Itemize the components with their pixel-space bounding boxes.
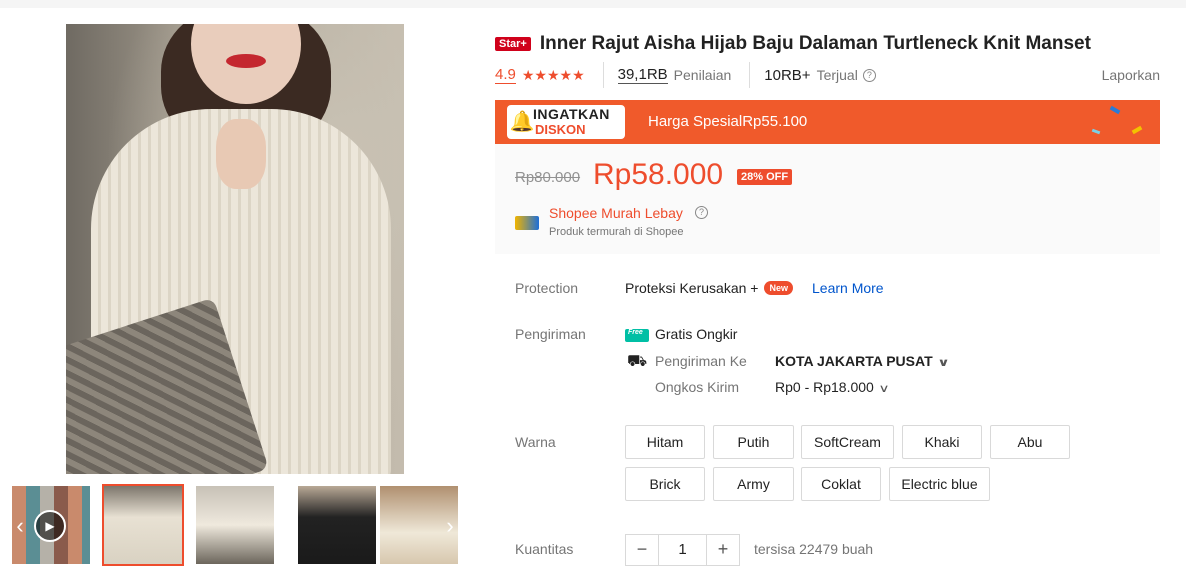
chevron-left-icon[interactable]: ‹ [10, 512, 30, 540]
increase-button[interactable]: + [707, 535, 739, 565]
variant-option-putih[interactable]: Putih [713, 425, 794, 459]
thumbnail-3[interactable] [194, 484, 276, 566]
promo-text: Harga SpesialRp55.100 [648, 113, 808, 130]
thumbnail-2[interactable] [102, 484, 184, 566]
variant-option-khaki[interactable]: Khaki [902, 425, 982, 459]
murah-lebay-icon [515, 216, 539, 230]
play-icon[interactable]: ▶ [34, 510, 66, 542]
discount-badge: 28% OFF [737, 169, 793, 185]
product-card: ▶ ‹ › Star+ Inner Rajut Aisha Hijab Baju… [0, 8, 1186, 588]
divider [749, 62, 751, 88]
stock-text: tersisa 22479 buah [754, 541, 874, 557]
decrease-button[interactable]: − [626, 535, 658, 565]
ship-to-label: Pengiriman Ke [655, 353, 747, 369]
learn-more-link[interactable]: Learn More [812, 280, 884, 296]
murah-lebay-title[interactable]: Shopee Murah Lebay [549, 205, 683, 221]
shipping-cost-dropdown[interactable]: Rp0 - Rp18.000 ∨ [775, 379, 890, 395]
shipping-label: Pengiriman [515, 326, 586, 342]
divider [602, 62, 604, 88]
logo-line-1: INGATKAN [533, 106, 610, 122]
ratings-label: Penilaian [673, 67, 732, 83]
variant-option-abu[interactable]: Abu [990, 425, 1070, 459]
quantity-label: Kuantitas [515, 541, 574, 557]
sold-label: Terjual [816, 67, 858, 83]
help-icon[interactable]: ? [695, 206, 708, 219]
ratings-count[interactable]: 39,1RB [617, 66, 668, 84]
protection-text: Proteksi Kerusakan + [625, 280, 759, 296]
color-label: Warna [515, 434, 556, 450]
protection-label: Protection [515, 280, 579, 296]
rating-value[interactable]: 4.9 [495, 66, 516, 84]
variant-option-coklat[interactable]: Coklat [801, 467, 881, 501]
star-plus-badge: Star+ [495, 37, 531, 51]
ingatkan-diskon-logo: 🔔 INGATKAN DISKON [507, 105, 625, 139]
product-title: Inner Rajut Aisha Hijab Baju Dalaman Tur… [539, 33, 1091, 54]
promo-banner[interactable]: 🔔 INGATKAN DISKON Harga SpesialRp55.100 [495, 100, 1160, 144]
help-icon[interactable]: ? [862, 68, 876, 82]
free-shipping-icon: Free [625, 327, 649, 343]
quantity-stepper: − 1 + [625, 534, 740, 566]
thumbnail-4[interactable] [296, 484, 378, 566]
price-box: Rp80.000 Rp58.000 28% OFF Shopee Murah L… [495, 144, 1160, 254]
thumbnail-strip: ▶ ‹ › [10, 484, 460, 566]
chevron-right-icon[interactable]: › [440, 512, 460, 540]
current-price: Rp58.000 [593, 158, 724, 191]
original-price: Rp80.000 [515, 169, 581, 186]
logo-line-2: DISKON [535, 122, 586, 137]
title-row: Star+ Inner Rajut Aisha Hijab Baju Dalam… [495, 32, 1091, 56]
variant-option-hitam[interactable]: Hitam [625, 425, 705, 459]
ship-to-dropdown[interactable]: KOTA JAKARTA PUSAT ∨ [775, 353, 950, 369]
chevron-down-icon: ∨ [878, 383, 890, 395]
report-link[interactable]: Laporkan [1102, 67, 1160, 83]
new-badge: New [764, 281, 793, 295]
free-shipping-text: Gratis Ongkir [655, 326, 738, 342]
variant-option-army[interactable]: Army [713, 467, 794, 501]
truck-icon: ⛟ [627, 353, 648, 370]
variant-option-brick[interactable]: Brick [625, 467, 705, 501]
sold-count: 10RB+ [764, 66, 811, 84]
variant-option-electric-blue[interactable]: Electric blue [889, 467, 990, 501]
main-product-image[interactable] [66, 24, 404, 474]
rating-row: 4.9 ★★★★★ 39,1RB Penilaian 10RB+ Terjual… [495, 62, 1160, 88]
protection-value: Proteksi Kerusakan + New [625, 280, 793, 296]
variant-option-softcream[interactable]: SoftCream [801, 425, 894, 459]
quantity-input[interactable]: 1 [658, 535, 707, 565]
chevron-down-icon: ∨ [936, 357, 950, 369]
shipping-cost-label: Ongkos Kirim [655, 379, 740, 395]
bell-icon: 🔔 [509, 111, 535, 133]
star-rating-icon: ★★★★★ [521, 66, 585, 83]
murah-lebay-subtitle: Produk termurah di Shopee [549, 226, 684, 238]
